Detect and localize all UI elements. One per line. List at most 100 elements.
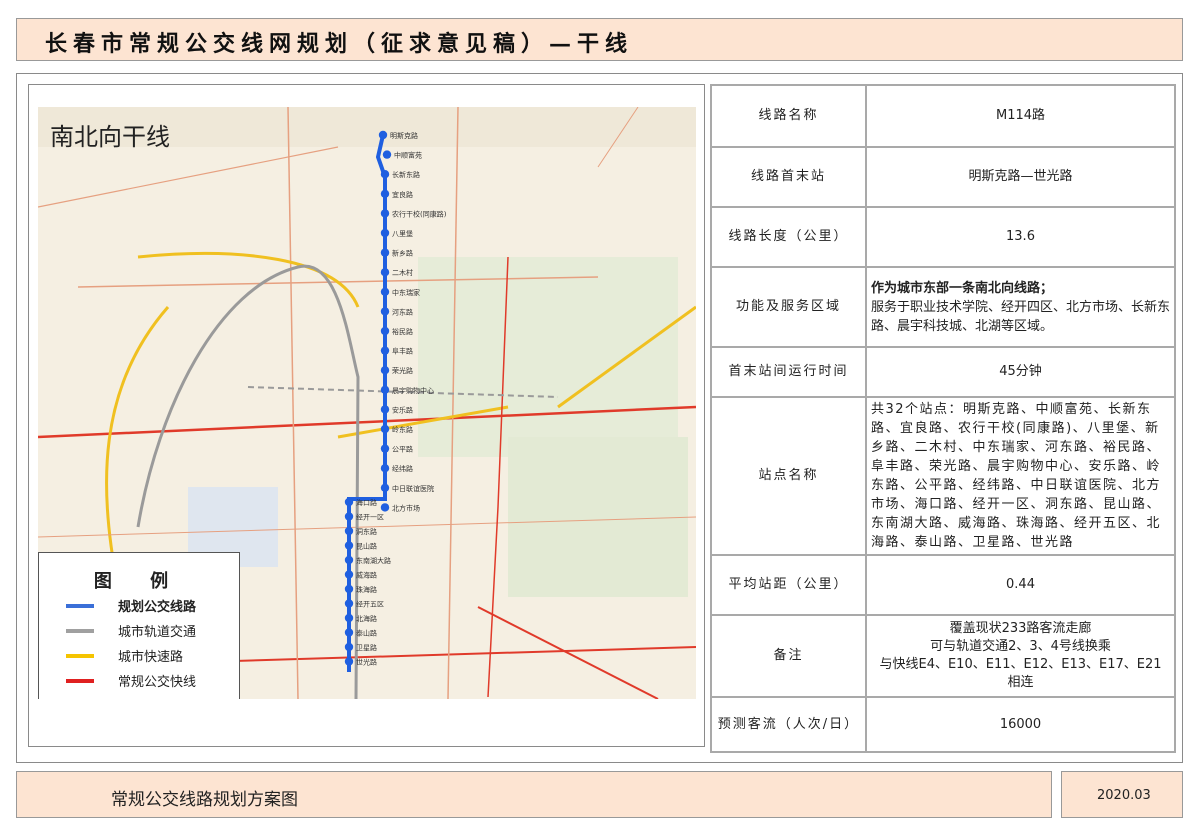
station-label: 荣光路 — [392, 366, 413, 375]
station-stop — [380, 248, 390, 257]
station-label: 北海路 — [356, 614, 377, 623]
station-stop — [344, 599, 354, 608]
station-stop — [380, 209, 390, 218]
remarks: 覆盖现状233路客流走廊 可与轨道交通2、3、4号线换乘 与快线E4、E10、E11… — [865, 614, 1176, 698]
legend-item-rail: 城市轨道交通 — [39, 618, 239, 643]
title-bar: 长春市常规公交线网规划（征求意见稿）—干线 — [16, 18, 1183, 61]
station-label: 海口路 — [356, 498, 377, 507]
station-label: 威海路 — [356, 571, 377, 580]
station-stop — [380, 385, 390, 394]
station-stop — [380, 287, 390, 296]
station-stop — [344, 628, 354, 637]
station-stop — [344, 512, 354, 521]
station-label: 中日联谊医院 — [392, 484, 434, 493]
station-stop — [380, 189, 390, 198]
station-label: 公平路 — [392, 445, 413, 454]
station-label: 明斯克路 — [390, 131, 418, 140]
station-stop — [344, 584, 354, 594]
station-stop — [380, 366, 390, 375]
legend-swatch — [66, 653, 94, 658]
station-stop — [344, 657, 354, 666]
table-row: 平均站距（公里） 0.44 — [710, 554, 1176, 616]
table-row: 预测客流（人次/日） 16000 — [710, 696, 1176, 753]
station-stop — [378, 130, 388, 140]
legend-title: 图 例 — [93, 571, 185, 592]
route-map[interactable]: 明斯克路中顺富苑长新东路宜良路农行干校(同康路) 八里堡新乡路二木村中东瑞家河东路… — [38, 107, 696, 699]
station-stop — [382, 150, 392, 159]
page-title: 长春市常规公交线网规划（征求意见稿）—干线 — [45, 31, 634, 57]
station-stop — [380, 405, 390, 414]
station-label: 经纬路 — [392, 464, 413, 473]
station-label: 昆山路 — [356, 542, 377, 551]
legend-item-express-bus: 常规公交快线 — [39, 668, 239, 693]
legend-item-bus-route: 规划公交线路 — [39, 593, 239, 618]
station-label: 泰山路 — [356, 629, 377, 638]
station-stop — [344, 555, 354, 565]
station-stop — [344, 541, 354, 550]
station-stop — [380, 326, 390, 336]
station-label: 河东路 — [392, 307, 413, 316]
station-stop — [380, 503, 390, 512]
station-label: 阜丰路 — [392, 347, 413, 356]
map-area — [508, 437, 688, 597]
footer-caption: 常规公交线路规划方案图 — [111, 790, 298, 810]
table-row: 线路首末站 明斯克路—世光路 — [710, 146, 1176, 208]
function-summary: 作为城市东部一条南北向线路； — [871, 280, 1054, 296]
route-info-table: 线路名称 M114路 线路首末站 明斯克路—世光路 线路长度（公里） 13.6 功能及… — [710, 84, 1176, 753]
station-label: 安乐路 — [392, 405, 413, 414]
legend-swatch — [66, 603, 94, 608]
station-stop — [344, 613, 354, 623]
station-label: 北方市场 — [392, 503, 420, 512]
station-stop — [380, 464, 390, 473]
station-label: 岭东路 — [392, 425, 413, 434]
table-row: 线路名称 M114路 — [710, 84, 1176, 148]
station-label: 二木村 — [392, 268, 413, 277]
road — [137, 252, 360, 308]
station-list: 共32个站点：明斯克路、中顺富苑、长新东路、宜良路、农行干校(同康路)、八里堡、… — [865, 396, 1176, 556]
station-stop — [344, 642, 354, 652]
map-area — [418, 257, 678, 457]
station-stop — [380, 307, 390, 316]
legend-swatch — [66, 628, 94, 633]
map-legend: 图 例 规划公交线路 城市轨道交通 城市快速路 常规公交快线 — [38, 552, 240, 699]
station-label: 新乡路 — [392, 249, 413, 258]
table-row: 站点名称 共32个站点：明斯克路、中顺富苑、长新东路、宜良路、农行干校(同康路)、… — [710, 396, 1176, 556]
station-label: 经开一区 — [356, 513, 384, 522]
station-label: 晨宇购物中心 — [392, 386, 434, 395]
station-label: 世光路 — [356, 658, 377, 667]
service-area: 服务于职业技术学院、经开四区、北方市场、长新东路、晨宇科技城、北湖等区域。 — [871, 299, 1171, 334]
station-stop — [344, 526, 354, 536]
station-label: 中东瑞家 — [392, 288, 420, 297]
road — [287, 107, 299, 699]
station-stop — [380, 483, 390, 492]
footer-date: 2020.03 — [1097, 788, 1151, 803]
station-label: 宜良路 — [392, 190, 413, 199]
station-label: 经开五区 — [356, 600, 384, 609]
footer-date-box: 2020.03 — [1061, 771, 1183, 818]
station-label: 东南湖大路 — [356, 556, 391, 565]
table-row: 备注 覆盖现状233路客流走廊 可与轨道交通2、3、4号线换乘 与快线E4、E10、E… — [710, 614, 1176, 698]
station-label: 长新东路 — [392, 170, 420, 179]
station-stop — [344, 570, 354, 579]
table-row: 线路长度（公里） 13.6 — [710, 206, 1176, 268]
legend-item-expressway: 城市快速路 — [39, 643, 239, 668]
station-label: 裕民路 — [392, 327, 413, 336]
station-stop — [380, 228, 390, 238]
station-stop — [344, 497, 354, 507]
footer-caption-box: 常规公交线路规划方案图 — [16, 771, 1052, 818]
table-row: 首末站间运行时间 45分钟 — [710, 346, 1176, 398]
legend-swatch — [66, 678, 94, 683]
station-stop — [380, 444, 390, 453]
station-label: 农行干校(同康路) — [392, 209, 447, 218]
station-label: 卫星路 — [356, 643, 377, 652]
station-stop — [380, 424, 390, 434]
station-label: 中顺富苑 — [394, 151, 422, 160]
station-label: 珠海路 — [356, 585, 377, 594]
road — [38, 146, 339, 208]
map-title: 南北向干线 — [50, 123, 170, 151]
station-stop — [380, 268, 390, 277]
station-stop — [380, 346, 390, 355]
table-row: 功能及服务区域 作为城市东部一条南北向线路； 服务于职业技术学院、经开四区、北方市场… — [710, 266, 1176, 348]
station-label: 八里堡 — [392, 229, 413, 238]
station-stop — [380, 170, 390, 179]
